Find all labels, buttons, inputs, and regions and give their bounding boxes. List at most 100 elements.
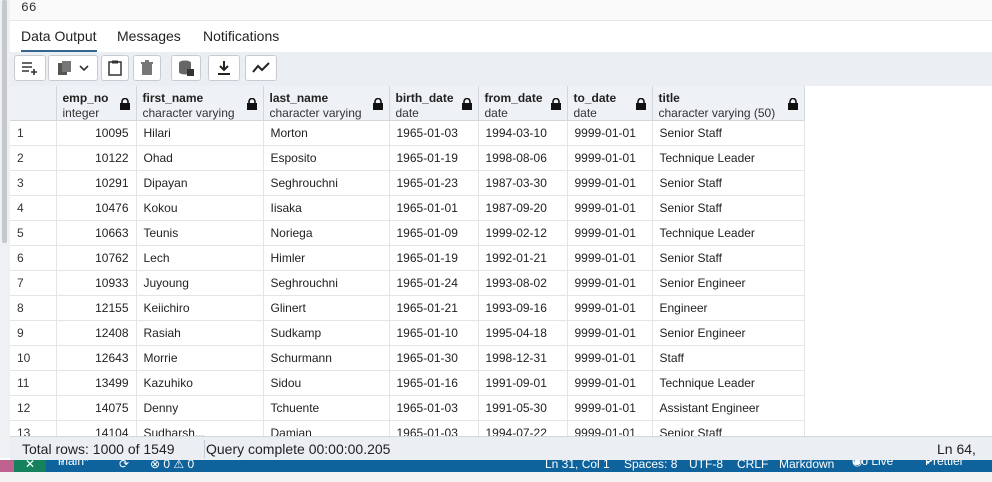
table-row[interactable]: 4 10476 Kokou Iisaka 1965-01-01 1987-09-20 999… <box>10 195 805 221</box>
table-cell[interactable]: 1965-01-10 <box>389 320 479 346</box>
table-cell[interactable]: 9999-01-01 <box>567 420 653 436</box>
table-cell[interactable]: 9999-01-01 <box>567 270 653 296</box>
tab-notifications[interactable]: Notifications <box>203 28 279 44</box>
table-row[interactable]: 2 10122 Ohad Esposito 1965-01-19 1998-08-06 99… <box>10 145 805 171</box>
table-row[interactable]: 13 14104 Sudharsh... Damian 1965-01-03 1994-0… <box>10 420 805 436</box>
table-cell[interactable]: 1965-01-23 <box>389 170 479 196</box>
table-cell[interactable]: 1991-05-30 <box>478 395 568 421</box>
table-cell[interactable]: 1999-02-12 <box>478 220 568 246</box>
paste-button[interactable] <box>101 55 129 81</box>
table-row[interactable]: 3 10291 Dipayan Seghrouchni 1965-01-23 1987-0… <box>10 170 805 196</box>
table-cell[interactable]: 9999-01-01 <box>567 395 653 421</box>
table-cell[interactable]: 1965-01-01 <box>389 195 479 221</box>
table-cell[interactable]: Sudharsh... <box>136 420 264 436</box>
table-cell[interactable]: Senior Staff <box>652 120 805 146</box>
table-cell[interactable]: 9999-01-01 <box>567 195 653 221</box>
table-cell[interactable]: Hilari <box>136 120 264 146</box>
save-data-button[interactable] <box>171 55 201 81</box>
table-cell[interactable]: Juyoung <box>136 270 264 296</box>
table-cell[interactable]: 14075 <box>56 395 137 421</box>
table-cell[interactable]: 12643 <box>56 345 137 371</box>
table-cell[interactable]: Seghrouchni <box>263 270 390 296</box>
table-cell[interactable]: Senior Staff <box>652 170 805 196</box>
table-cell[interactable]: 1965-01-30 <box>389 345 479 371</box>
left-scrollbar[interactable] <box>0 0 10 458</box>
column-header[interactable]: to_date date <box>567 86 653 121</box>
row-number-cell[interactable]: 10 <box>10 345 57 371</box>
table-cell[interactable]: 9999-01-01 <box>567 245 653 271</box>
table-cell[interactable]: 9999-01-01 <box>567 170 653 196</box>
table-cell[interactable]: 1965-01-24 <box>389 270 479 296</box>
data-grid[interactable]: emp_no integer first_name character varyin… <box>10 86 992 436</box>
column-header[interactable]: emp_no integer <box>56 86 137 121</box>
table-row[interactable]: 5 10663 Teunis Noriega 1965-01-09 1999-02-12 9… <box>10 220 805 246</box>
table-cell[interactable]: Esposito <box>263 145 390 171</box>
table-cell[interactable]: Morton <box>263 120 390 146</box>
table-row[interactable]: 9 12408 Rasiah Sudkamp 1965-01-10 1995-04-18 9… <box>10 320 805 346</box>
table-cell[interactable]: 9999-01-01 <box>567 320 653 346</box>
table-cell[interactable]: Kokou <box>136 195 264 221</box>
problems-indicator[interactable]: ⊗ 0 ⚠ 0 <box>150 460 194 471</box>
scrollbar-thumb[interactable] <box>2 0 7 243</box>
table-cell[interactable]: Rasiah <box>136 320 264 346</box>
table-cell[interactable]: Denny <box>136 395 264 421</box>
tab-data-output[interactable]: Data Output <box>21 28 97 53</box>
line-ending[interactable]: CRLF <box>737 460 768 471</box>
table-cell[interactable]: 1994-07-22 <box>478 420 568 436</box>
row-number-cell[interactable]: 2 <box>10 145 57 171</box>
table-cell[interactable]: Technique Leader <box>652 145 805 171</box>
table-cell[interactable]: Keiichiro <box>136 295 264 321</box>
table-cell[interactable]: 9999-01-01 <box>567 145 653 171</box>
table-cell[interactable]: Himler <box>263 245 390 271</box>
table-cell[interactable]: 9999-01-01 <box>567 120 653 146</box>
table-cell[interactable]: Lech <box>136 245 264 271</box>
editor-position[interactable]: Ln 31, Col 1 <box>545 460 610 471</box>
table-cell[interactable]: Morrie <box>136 345 264 371</box>
tab-messages[interactable]: Messages <box>117 28 181 44</box>
row-number-cell[interactable]: 12 <box>10 395 57 421</box>
table-cell[interactable]: Engineer <box>652 295 805 321</box>
table-cell[interactable]: Senior Staff <box>652 245 805 271</box>
editor-line[interactable]: 66 <box>10 0 992 21</box>
row-number-cell[interactable]: 6 <box>10 245 57 271</box>
table-cell[interactable]: 1965-01-03 <box>389 395 479 421</box>
chevron-down-icon[interactable] <box>79 64 89 72</box>
table-cell[interactable]: 9999-01-01 <box>567 345 653 371</box>
table-cell[interactable]: 1998-08-06 <box>478 145 568 171</box>
table-cell[interactable]: 1987-09-20 <box>478 195 568 221</box>
table-cell[interactable]: 1995-04-18 <box>478 320 568 346</box>
column-header[interactable]: last_name character varying <box>263 86 390 121</box>
table-cell[interactable]: 10933 <box>56 270 137 296</box>
table-cell[interactable]: Seghrouchni <box>263 170 390 196</box>
column-header[interactable]: from_date date <box>478 86 568 121</box>
table-cell[interactable]: Senior Staff <box>652 420 805 436</box>
add-row-button[interactable] <box>14 55 46 81</box>
table-cell[interactable]: 10663 <box>56 220 137 246</box>
table-cell[interactable]: Iisaka <box>263 195 390 221</box>
table-cell[interactable]: 12408 <box>56 320 137 346</box>
table-cell[interactable]: 1998-12-31 <box>478 345 568 371</box>
table-cell[interactable]: Senior Staff <box>652 195 805 221</box>
table-cell[interactable]: Noriega <box>263 220 390 246</box>
table-cell[interactable]: 9999-01-01 <box>567 295 653 321</box>
table-cell[interactable]: 1994-03-10 <box>478 120 568 146</box>
table-row[interactable]: 11 13499 Kazuhiko Sidou 1965-01-16 1991-09-01… <box>10 370 805 396</box>
row-number-header[interactable] <box>10 86 57 121</box>
table-cell[interactable]: 10762 <box>56 245 137 271</box>
table-cell[interactable]: Staff <box>652 345 805 371</box>
table-row[interactable]: 7 10933 Juyoung Seghrouchni 1965-01-24 1993-0… <box>10 270 805 296</box>
table-row[interactable]: 8 12155 Keiichiro Glinert 1965-01-21 1993-09-… <box>10 295 805 321</box>
table-cell[interactable]: Technique Leader <box>652 370 805 396</box>
table-cell[interactable]: Senior Engineer <box>652 320 805 346</box>
download-button[interactable] <box>208 55 240 81</box>
table-cell[interactable]: 1965-01-21 <box>389 295 479 321</box>
table-cell[interactable]: 1991-09-01 <box>478 370 568 396</box>
copy-button[interactable] <box>48 55 98 81</box>
table-cell[interactable]: Glinert <box>263 295 390 321</box>
table-cell[interactable]: Schurmann <box>263 345 390 371</box>
table-cell[interactable]: Sudkamp <box>263 320 390 346</box>
row-number-cell[interactable]: 7 <box>10 270 57 296</box>
encoding[interactable]: UTF-8 <box>689 460 723 471</box>
table-cell[interactable]: 1965-01-19 <box>389 245 479 271</box>
row-number-cell[interactable]: 13 <box>10 420 57 436</box>
